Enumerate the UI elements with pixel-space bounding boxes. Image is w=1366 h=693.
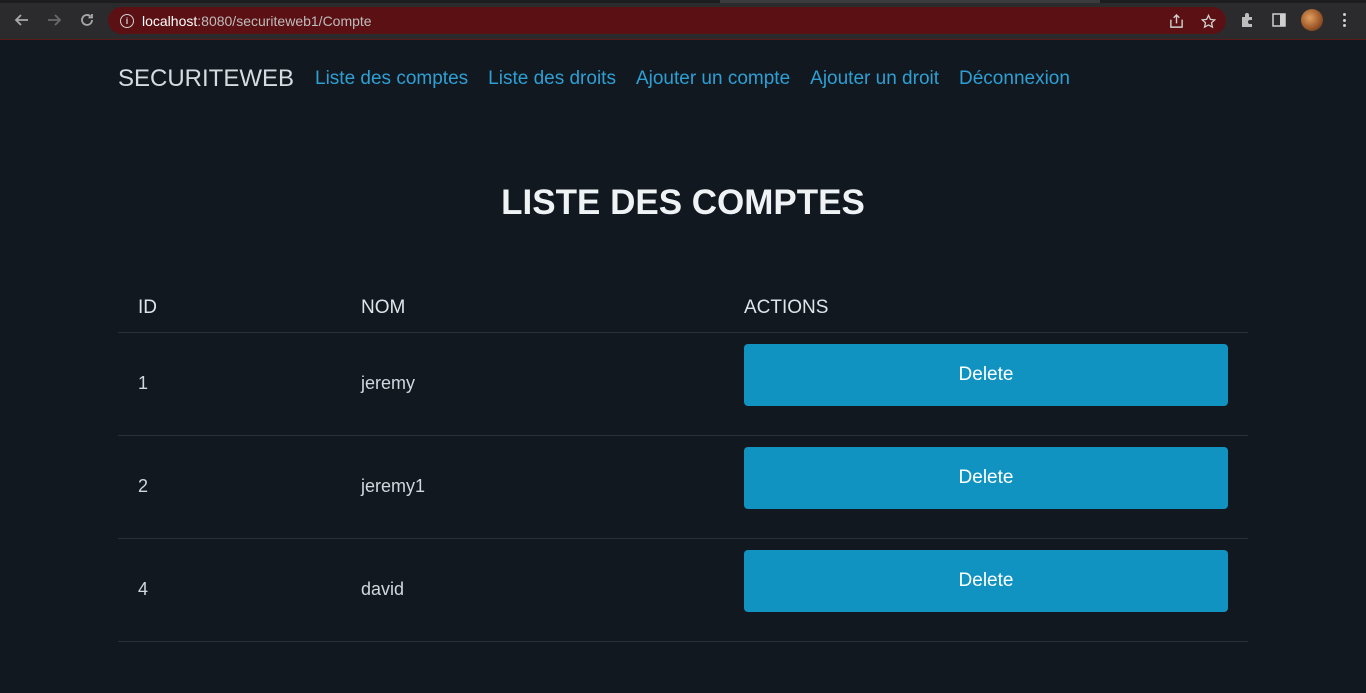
column-header-nom: NOM — [341, 285, 724, 333]
tab-strip-edge — [0, 0, 1366, 3]
profile-avatar[interactable] — [1301, 9, 1323, 31]
reload-icon[interactable] — [77, 10, 97, 30]
brand-logo[interactable]: SECURITEWEB — [118, 65, 294, 93]
row-nom: jeremy — [361, 373, 416, 393]
back-arrow-icon[interactable] — [12, 10, 32, 30]
side-panel-icon[interactable] — [1270, 11, 1288, 29]
delete-button[interactable]: Delete — [744, 549, 1228, 612]
cell-actions: Delete — [724, 538, 1248, 642]
url-text[interactable]: localhost:8080/securiteweb1/Compte — [142, 13, 372, 29]
accounts-table: ID NOM ACTIONS 1 jeremy Delete 2 jeremy1… — [118, 285, 1248, 642]
row-id: 1 — [138, 373, 149, 393]
table-row: 2 jeremy1 Delete — [118, 435, 1248, 539]
table-header-row: ID NOM ACTIONS — [118, 285, 1248, 333]
table-row: 1 jeremy Delete — [118, 332, 1248, 436]
page-title: LISTE DES COMPTES — [501, 183, 865, 222]
nav-link-ajouter-compte[interactable]: Ajouter un compte — [636, 68, 790, 90]
row-id: 2 — [138, 476, 149, 496]
delete-button[interactable]: Delete — [744, 446, 1228, 509]
column-header-id: ID — [118, 285, 341, 333]
forward-arrow-icon[interactable] — [44, 10, 64, 30]
menu-kebab-icon[interactable] — [1336, 11, 1352, 29]
cell-nom: jeremy — [341, 332, 724, 436]
browser-toolbar: i localhost:8080/securiteweb1/Compte — [0, 0, 1366, 40]
delete-button[interactable]: Delete — [744, 343, 1228, 406]
url-path: :8080/securiteweb1/Compte — [197, 12, 372, 29]
share-icon[interactable] — [1167, 12, 1185, 30]
cell-id: 1 — [118, 332, 341, 436]
active-tab-edge — [720, 0, 1100, 3]
row-id: 4 — [138, 579, 149, 599]
nav-link-deconnexion[interactable]: Déconnexion — [959, 68, 1070, 90]
cell-id: 2 — [118, 435, 341, 539]
table-row: 4 david Delete — [118, 538, 1248, 642]
row-nom: david — [361, 579, 405, 599]
extensions-icon[interactable] — [1238, 11, 1256, 29]
site-navbar: SECURITEWEB Liste des comptes Liste des … — [118, 62, 1090, 96]
row-nom: jeremy1 — [361, 476, 426, 496]
info-icon[interactable]: i — [120, 13, 134, 28]
nav-link-liste-comptes[interactable]: Liste des comptes — [315, 68, 468, 90]
column-header-actions: ACTIONS — [724, 285, 1248, 333]
address-bar[interactable]: i localhost:8080/securiteweb1/Compte — [108, 7, 1226, 34]
cell-nom: david — [341, 538, 724, 642]
nav-link-ajouter-droit[interactable]: Ajouter un droit — [810, 68, 939, 90]
nav-link-liste-droits[interactable]: Liste des droits — [488, 68, 616, 90]
star-icon[interactable] — [1199, 12, 1217, 30]
cell-actions: Delete — [724, 332, 1248, 436]
cell-nom: jeremy1 — [341, 435, 724, 539]
url-host: localhost — [142, 12, 198, 29]
cell-actions: Delete — [724, 435, 1248, 539]
cell-id: 4 — [118, 538, 341, 642]
